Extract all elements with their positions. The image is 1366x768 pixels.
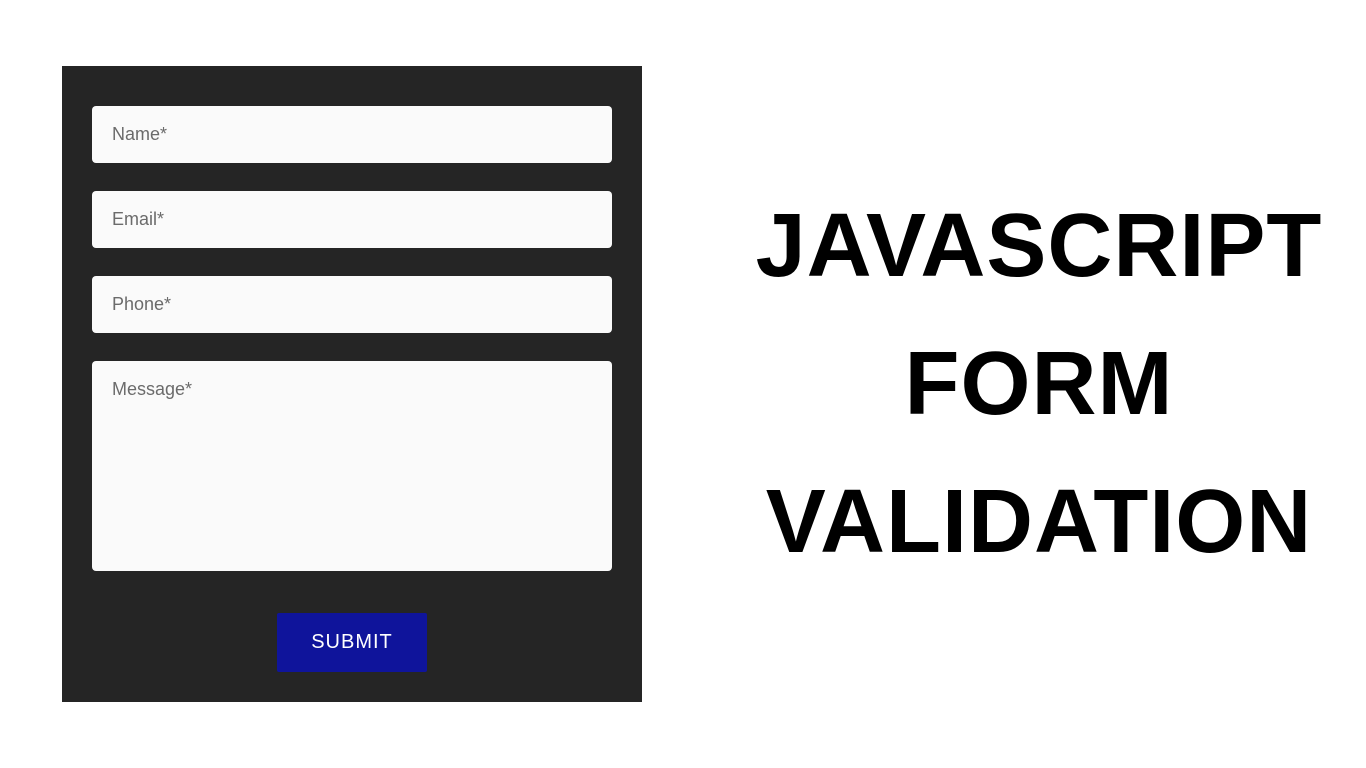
button-wrap: SUBMIT <box>92 613 612 672</box>
email-field[interactable] <box>92 191 612 248</box>
message-field[interactable] <box>92 361 612 571</box>
title-line-3: VALIDATION <box>766 477 1313 567</box>
phone-field[interactable] <box>92 276 612 333</box>
title-block: JAVASCRIPT FORM VALIDATION <box>712 201 1366 567</box>
title-line-2: FORM <box>905 339 1174 429</box>
contact-form: SUBMIT <box>62 66 642 702</box>
page-container: SUBMIT JAVASCRIPT FORM VALIDATION <box>0 0 1366 768</box>
title-line-1: JAVASCRIPT <box>756 201 1323 291</box>
submit-button[interactable]: SUBMIT <box>277 613 427 672</box>
name-field[interactable] <box>92 106 612 163</box>
